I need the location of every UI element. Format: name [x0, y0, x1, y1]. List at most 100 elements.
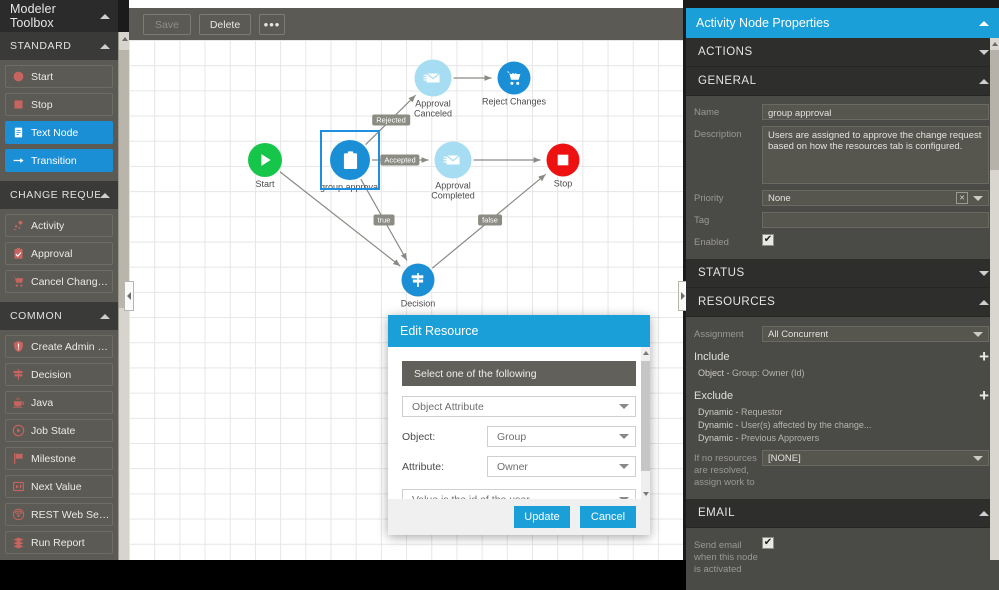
- name-input[interactable]: group approval: [762, 104, 989, 120]
- section-general[interactable]: GENERAL: [686, 67, 999, 96]
- toolbox-section-common[interactable]: COMMON: [0, 302, 118, 330]
- exclude-list-item[interactable]: Dynamic - User(s) affected by the change…: [698, 420, 989, 430]
- toolbox-item-activity[interactable]: Activity: [5, 214, 113, 237]
- chevron-down-icon[interactable]: [973, 196, 983, 201]
- toolbox-items: Activity Approval Cancel Change Requ...: [0, 209, 118, 302]
- properties-scroll-thumb[interactable]: [990, 50, 999, 170]
- chevron-down-icon[interactable]: [979, 271, 989, 276]
- flow-node-start[interactable]: Start: [248, 143, 282, 177]
- chevron-down-icon[interactable]: [973, 456, 983, 461]
- flow-node-label: Stop: [554, 179, 573, 189]
- chevron-up-icon[interactable]: [100, 14, 110, 19]
- envelope-icon: [435, 142, 472, 179]
- chevron-up-icon[interactable]: [979, 21, 989, 26]
- flow-node-approval-canceled[interactable]: ApprovalCanceled: [415, 60, 452, 97]
- flow-node-label: ApprovalCanceled: [414, 99, 452, 119]
- section-general-label: GENERAL: [698, 75, 979, 87]
- dialog-scrollbar[interactable]: [641, 347, 650, 499]
- flow-node-stop[interactable]: Stop: [547, 144, 580, 177]
- chevron-up-icon[interactable]: [100, 314, 110, 319]
- assignment-select[interactable]: All Concurrent: [762, 326, 989, 342]
- assignment-value: All Concurrent: [768, 329, 973, 340]
- priority-select[interactable]: None ✕: [762, 190, 989, 206]
- chevron-down-icon[interactable]: [973, 332, 983, 337]
- toolbox-item-transition[interactable]: Transition: [5, 149, 113, 172]
- section-status-label: STATUS: [698, 267, 979, 279]
- next-value-icon: [12, 480, 25, 493]
- toolbox-section-standard[interactable]: STANDARD: [0, 32, 118, 60]
- attribute-select[interactable]: Owner: [487, 456, 636, 477]
- attribute-row: Attribute: Owner: [402, 456, 636, 477]
- toolbox-header[interactable]: Modeler Toolbox: [0, 0, 118, 32]
- square-icon: [547, 144, 580, 177]
- cancel-button[interactable]: Cancel: [580, 506, 636, 528]
- toolbox-item-job-state[interactable]: Job State: [5, 419, 113, 442]
- collapse-toolbox-handle[interactable]: [124, 281, 134, 311]
- enabled-checkbox[interactable]: ✔: [762, 234, 774, 246]
- toolbox-item-text-node[interactable]: Text Node: [5, 121, 113, 144]
- toolbox-item-start[interactable]: Start: [5, 65, 113, 88]
- more-options-button[interactable]: •••: [259, 14, 285, 35]
- chevron-up-icon[interactable]: [100, 44, 110, 49]
- delete-button[interactable]: Delete: [199, 14, 251, 35]
- chevron-up-icon[interactable]: [979, 79, 989, 84]
- toolbox-item-label: Transition: [31, 155, 77, 167]
- resource-type-select[interactable]: Object Attribute: [402, 396, 636, 417]
- chevron-up-icon[interactable]: [979, 300, 989, 305]
- tag-input[interactable]: [762, 212, 989, 228]
- signpost-icon: [402, 264, 435, 297]
- include-list-item[interactable]: Object - Group: Owner (Id): [698, 368, 989, 378]
- fallback-value: [NONE]: [768, 453, 973, 464]
- toolbox-section-change-reque[interactable]: CHANGE REQUE...: [0, 181, 118, 209]
- toolbox-title: Modeler Toolbox: [10, 2, 100, 30]
- exclude-list-item[interactable]: Dynamic - Requestor: [698, 407, 989, 417]
- update-button[interactable]: Update: [514, 506, 570, 528]
- toolbox-item-rest-web-service[interactable]: REST Web Service: [5, 503, 113, 526]
- edge-label-accepted: Accepted: [380, 155, 419, 166]
- toolbox-item-milestone[interactable]: Milestone: [5, 447, 113, 470]
- toolbox-item-stop[interactable]: Stop: [5, 93, 113, 116]
- chevron-down-icon: [619, 404, 629, 409]
- toolbox-item-label: Milestone: [31, 453, 76, 465]
- save-button[interactable]: Save: [143, 14, 191, 35]
- description-label: Description: [694, 126, 762, 141]
- section-resources[interactable]: RESOURCES: [686, 288, 999, 317]
- include-header: Include +: [694, 350, 989, 364]
- flow-node-decision[interactable]: Decision: [402, 264, 435, 297]
- chevron-down-icon[interactable]: [979, 50, 989, 55]
- toolbox-item-next-value[interactable]: Next Value: [5, 475, 113, 498]
- value-select[interactable]: Value is the id of the user: [402, 489, 636, 499]
- exclude-list-item[interactable]: Dynamic - Previous Approvers: [698, 433, 989, 443]
- properties-scrollbar[interactable]: [990, 38, 999, 560]
- scroll-down-arrow-icon[interactable]: [641, 488, 650, 499]
- toolbox-item-run-report[interactable]: Run Report: [5, 531, 113, 554]
- description-textarea[interactable]: Users are assigned to approve the change…: [762, 126, 989, 184]
- section-email[interactable]: EMAIL: [686, 499, 999, 528]
- toolbox-item-approval[interactable]: Approval: [5, 242, 113, 265]
- chevron-up-icon[interactable]: [979, 511, 989, 516]
- scroll-up-arrow-icon[interactable]: [641, 347, 650, 358]
- fallback-select[interactable]: [NONE]: [762, 450, 989, 466]
- toolbox-item-java[interactable]: Java: [5, 391, 113, 414]
- toolbox-item-create-admin-error[interactable]: Create Admin Error: [5, 335, 113, 358]
- object-select[interactable]: Group: [487, 426, 636, 447]
- dialog-banner: Select one of the following: [402, 361, 636, 386]
- flow-node-group-approval[interactable]: group approval: [330, 140, 370, 180]
- clear-priority-icon[interactable]: ✕: [956, 192, 968, 204]
- general-body: Name group approval Description Users ar…: [686, 96, 999, 259]
- send-email-checkbox[interactable]: ✔: [762, 537, 774, 549]
- toolbox-item-cancel-change-requ[interactable]: Cancel Change Requ...: [5, 270, 113, 293]
- add-exclude-button[interactable]: +: [979, 389, 989, 403]
- flow-node-reject-changes[interactable]: Reject Changes: [498, 62, 531, 95]
- scroll-up-arrow-icon[interactable]: [990, 38, 999, 49]
- properties-header[interactable]: Activity Node Properties: [686, 8, 999, 38]
- flow-node-approval-completed[interactable]: ApprovalCompleted: [435, 142, 472, 179]
- chevron-up-icon[interactable]: [100, 193, 110, 198]
- section-actions[interactable]: ACTIONS: [686, 38, 999, 67]
- toolbox-item-decision[interactable]: Decision: [5, 363, 113, 386]
- assignment-label: Assignment: [694, 326, 762, 341]
- section-status[interactable]: STATUS: [686, 259, 999, 288]
- dialog-scroll-thumb[interactable]: [641, 361, 650, 471]
- toolbox-item-label: REST Web Service: [31, 509, 112, 521]
- add-include-button[interactable]: +: [979, 350, 989, 364]
